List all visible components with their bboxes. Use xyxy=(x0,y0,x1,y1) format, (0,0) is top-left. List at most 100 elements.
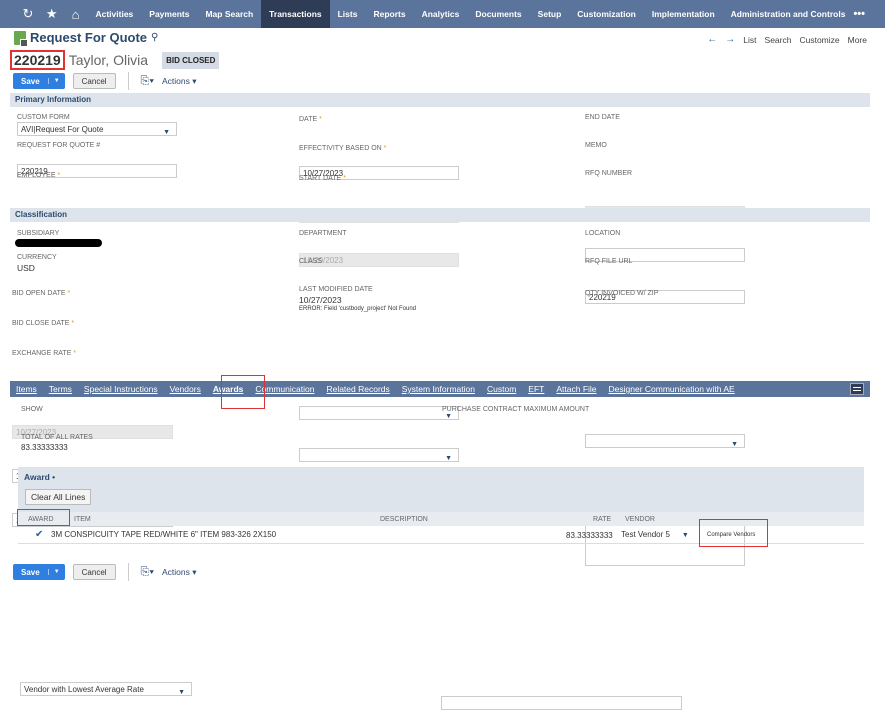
nav-payments[interactable]: Payments xyxy=(141,0,197,28)
save-label[interactable]: Save xyxy=(13,568,48,577)
clear-all-lines-button[interactable]: Clear All Lines xyxy=(25,489,92,505)
nav-administration[interactable]: Administration and Controls xyxy=(723,0,854,28)
error-message: ERROR: Field 'custbody_project' Not Foun… xyxy=(299,306,417,312)
nav-lists[interactable]: Lists xyxy=(330,0,366,28)
col-description: DESCRIPTION xyxy=(380,516,428,523)
section-classification: Classification xyxy=(10,208,870,222)
award-panel-title: Award • xyxy=(24,472,56,482)
nav-setup[interactable]: Setup xyxy=(530,0,570,28)
star-icon[interactable]: ★ xyxy=(40,0,64,28)
last-modified-label: LAST MODIFIED DATE xyxy=(299,286,373,293)
rate-cell: 83.33333333 xyxy=(566,531,613,540)
nav-transactions[interactable]: Transactions xyxy=(261,0,330,28)
top-button-row: Save ▼ Cancel ⎘▾ Actions ▾ xyxy=(13,72,196,90)
highlight-award-column xyxy=(17,509,70,526)
show-label: SHOW xyxy=(21,406,43,413)
award-checkbox[interactable]: ✔ xyxy=(35,529,43,540)
tab-related-records[interactable]: Related Records xyxy=(320,384,395,394)
tab-eft[interactable]: EFT xyxy=(522,384,550,394)
top-nav: ↻ ★ ⌂ Activities Payments Map Search Tra… xyxy=(0,0,885,28)
more-link[interactable]: More xyxy=(848,35,867,45)
rfq-number-label: RFQ NUMBER xyxy=(585,170,633,177)
more-menu-icon[interactable]: ••• xyxy=(853,8,865,20)
nav-analytics[interactable]: Analytics xyxy=(414,0,468,28)
section-primary: Primary Information xyxy=(10,93,870,107)
effectivity-label-text: EFFECTIVITY BASED ON xyxy=(299,145,382,152)
memo-label: MEMO xyxy=(585,142,607,149)
list-link[interactable]: List xyxy=(743,35,756,45)
start-date-input[interactable]: 10/29/2023 xyxy=(299,253,459,267)
bid-close-label-text: BID CLOSE DATE xyxy=(12,320,70,327)
document-icon xyxy=(14,30,28,47)
nav-implementation[interactable]: Implementation xyxy=(644,0,723,28)
award-panel: Award • Clear All Lines xyxy=(18,467,864,512)
cancel-button-bottom[interactable]: Cancel xyxy=(72,564,116,580)
dropdown-icon: ▼ xyxy=(163,129,170,136)
last-modified-value: 10/27/2023 xyxy=(299,295,342,305)
custom-form-value: AVI|Request For Quote xyxy=(21,125,104,134)
exchange-rate-label: EXCHANGE RATE * xyxy=(12,350,76,357)
forward-arrow-icon[interactable]: → xyxy=(725,34,735,45)
custom-form-label: CUSTOM FORM xyxy=(17,114,70,121)
nav-map-search[interactable]: Map Search xyxy=(197,0,261,28)
save-dropdown-icon[interactable]: ▼ xyxy=(47,78,65,84)
tab-items[interactable]: Items xyxy=(10,384,43,394)
nav-customization[interactable]: Customization xyxy=(569,0,644,28)
tab-vendors[interactable]: Vendors xyxy=(164,384,207,394)
save-button[interactable]: Save ▼ xyxy=(13,73,65,89)
show-select[interactable]: Vendor with Lowest Average Rate ▼ xyxy=(20,682,192,696)
back-arrow-icon[interactable]: ← xyxy=(707,34,717,45)
start-date-label: START DATE * xyxy=(299,175,346,182)
col-vendor: VENDOR xyxy=(625,516,655,523)
class-label: CLASS xyxy=(299,258,322,265)
new-document-icon[interactable]: ⎘▾ xyxy=(141,566,154,579)
qty-invoiced-label: QTY INVOICED W/ ZIP xyxy=(585,290,659,297)
page-title: Request For Quote ⚲ xyxy=(14,30,158,47)
nav-reports[interactable]: Reports xyxy=(365,0,413,28)
show-value: Vendor with Lowest Average Rate xyxy=(24,685,144,694)
purchase-max-input[interactable] xyxy=(441,696,682,710)
location-select[interactable]: ▼ xyxy=(585,434,745,448)
new-document-icon[interactable]: ⎘▾ xyxy=(141,75,154,88)
nav-documents[interactable]: Documents xyxy=(467,0,529,28)
cancel-button[interactable]: Cancel xyxy=(72,73,116,89)
vendor-select[interactable]: Test Vendor 5 ▼ xyxy=(621,530,689,539)
col-item: ITEM xyxy=(74,516,91,523)
save-label[interactable]: Save xyxy=(13,77,48,86)
class-select[interactable]: ▼ xyxy=(299,448,459,462)
tab-special-instructions[interactable]: Special Instructions xyxy=(78,384,164,394)
subtabs: Items Terms Special Instructions Vendors… xyxy=(10,381,870,397)
required-icon: * xyxy=(73,350,77,357)
tab-terms[interactable]: Terms xyxy=(43,384,78,394)
required-icon: * xyxy=(343,175,346,182)
save-button-bottom[interactable]: Save ▼ xyxy=(13,564,65,580)
actions-menu[interactable]: Actions ▾ xyxy=(162,76,197,87)
tab-system-information[interactable]: System Information xyxy=(396,384,481,394)
recent-icon[interactable]: ↻ xyxy=(16,0,40,28)
item-cell: 3M CONSPICUITY TAPE RED/WHITE 6" ITEM 98… xyxy=(51,530,277,539)
tab-attach-file[interactable]: Attach File xyxy=(550,384,602,394)
highlight-compare-vendors xyxy=(699,519,768,547)
dropdown-icon: ▼ xyxy=(681,532,689,539)
search-icon[interactable]: ⚲ xyxy=(151,32,158,43)
status-badge: BID CLOSED xyxy=(162,51,220,69)
employee-label: EMPLOYEE * xyxy=(17,172,60,179)
location-label: LOCATION xyxy=(585,230,621,237)
save-dropdown-icon[interactable]: ▼ xyxy=(47,569,65,575)
tab-custom[interactable]: Custom xyxy=(481,384,522,394)
search-link[interactable]: Search xyxy=(765,35,792,45)
required-icon: * xyxy=(57,172,61,179)
layout-toggle-icon[interactable] xyxy=(850,383,864,395)
custom-form-select[interactable]: AVI|Request For Quote ▼ xyxy=(17,122,177,136)
bid-open-label-text: BID OPEN DATE xyxy=(12,290,66,297)
dropdown-icon: ▼ xyxy=(178,689,185,696)
required-icon: * xyxy=(319,116,322,123)
customize-link[interactable]: Customize xyxy=(799,35,839,45)
nav-activities[interactable]: Activities xyxy=(87,0,141,28)
tab-designer-communication[interactable]: Designer Communication with AE xyxy=(603,384,741,394)
redacted-subsidiary xyxy=(15,239,102,247)
home-icon[interactable]: ⌂ xyxy=(64,0,88,28)
actions-menu-bottom[interactable]: Actions ▾ xyxy=(162,567,197,578)
page-title-text: Request For Quote xyxy=(30,30,148,45)
department-select[interactable]: ▼ xyxy=(299,406,459,420)
